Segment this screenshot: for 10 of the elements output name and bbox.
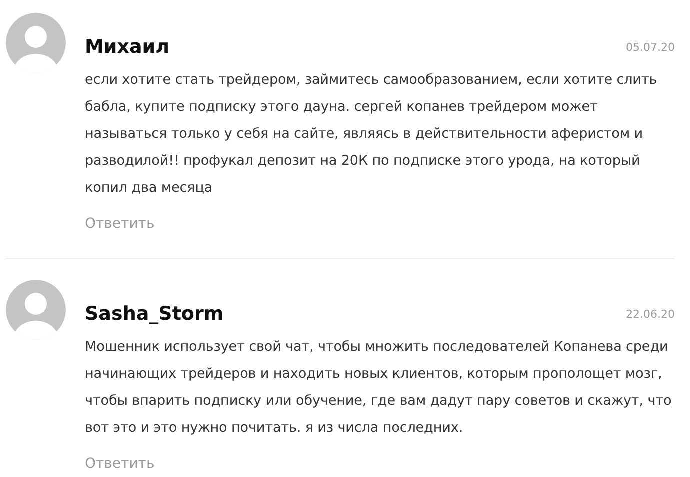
comment-date: 22.06.20 bbox=[626, 308, 675, 320]
comment-text: если хотите стать трейдером, займитесь самообразованием, если хотите слить бабла, купите подписку этого дауна. сергей копанев трейдером может называться только у себя на сайте, являясь в действительности аферистом и разводилой!! профукал депозит на 20К по подписке этого урода, на который копил два месяца bbox=[85, 71, 658, 198]
author-name: Sasha_Storm bbox=[85, 302, 224, 326]
author-name: Михаил bbox=[85, 35, 170, 59]
reply-link[interactable]: Ответить bbox=[85, 216, 155, 232]
comment-text: Мошенник использует свой чат, чтобы множить последователей Копанева среди начинающих трейдеров и находить новых клиентов, которым прополощет мозг, чтобы впарить подписку или обучение, где вам дадут пару советов и скажут, что вот это и это нужно почитать. я из числа последних. bbox=[85, 338, 673, 438]
reply-link[interactable]: Ответить bbox=[85, 456, 155, 472]
avatar-icon bbox=[6, 280, 66, 340]
comment-date: 05.07.20 bbox=[626, 40, 675, 54]
avatar-icon bbox=[6, 13, 66, 73]
